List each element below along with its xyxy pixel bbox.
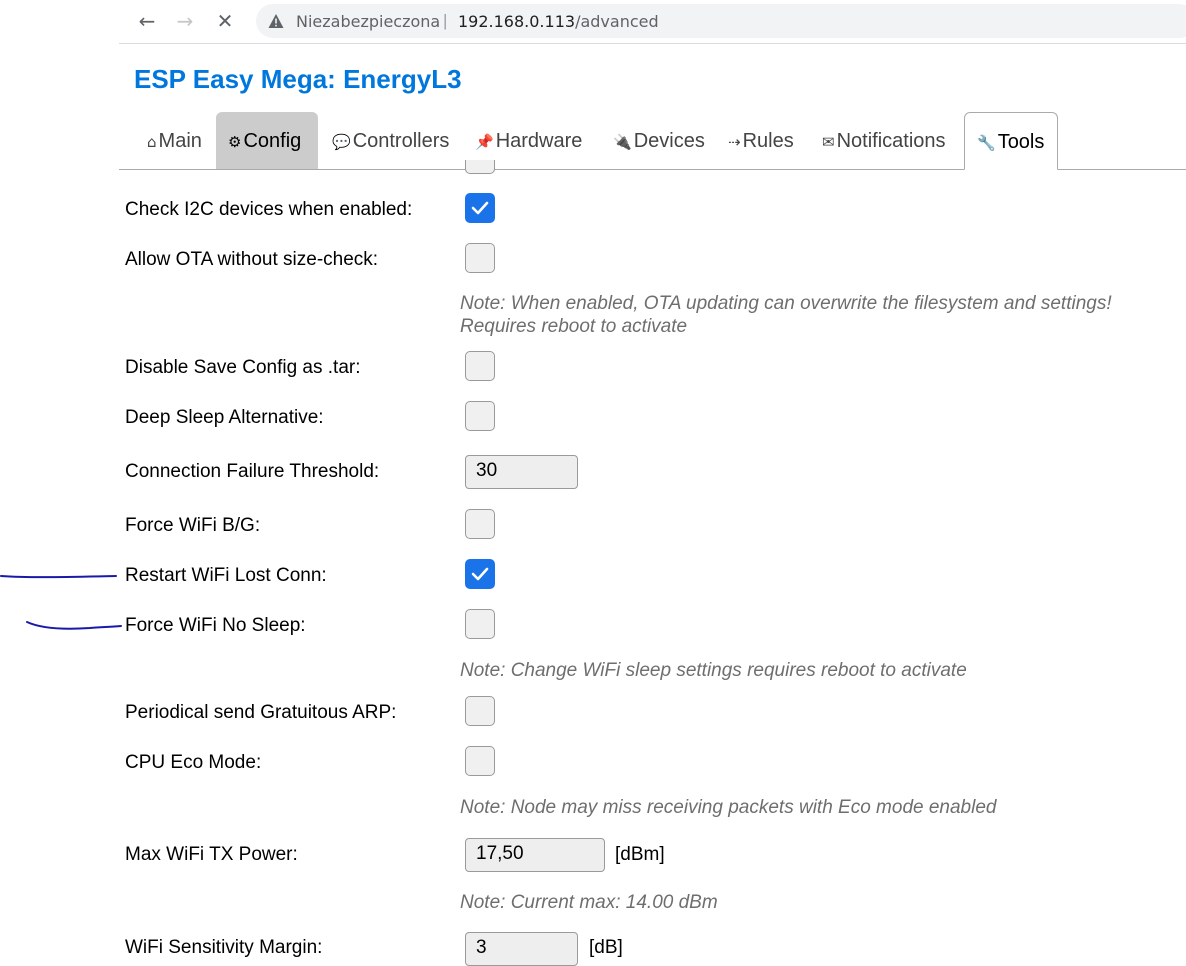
main-menu: ⌂ Main ⚙ Config 💬 Controllers 📌 Hardware 🔌 De…: [119, 112, 1186, 170]
deep-sleep-alt-label: Deep Sleep Alternative:: [125, 407, 324, 428]
page-title: ESP Easy Mega: EnergyL3: [134, 64, 462, 94]
gratuitous-arp-label: Periodical send Gratuitous ARP:: [125, 702, 397, 723]
tab-config[interactable]: ⚙ Config: [216, 112, 318, 169]
cpu-eco-label: CPU Eco Mode:: [125, 752, 262, 773]
url-host: 192.168.0.113: [458, 12, 576, 31]
check-i2c-checkbox[interactable]: [465, 193, 495, 223]
disable-save-tar-label: Disable Save Config as .tar:: [125, 357, 361, 378]
conn-fail-threshold-label: Connection Failure Threshold:: [125, 461, 380, 482]
ota-note: Note: When enabled, OTA updating can ove…: [460, 292, 1112, 338]
back-arrow-icon[interactable]: ←: [133, 7, 161, 35]
checkbox-partial[interactable]: [465, 160, 495, 174]
envelope-icon: ✉: [822, 133, 835, 151]
checkmark-icon: [471, 567, 489, 581]
browser-toolbar: ← → ✕ Niezabezpieczona | 192.168.0.113/a…: [119, 0, 1186, 44]
annotation-stroke-2: [26, 621, 122, 630]
stop-loading-icon[interactable]: ✕: [211, 7, 239, 35]
ota-note-line2: Requires reboot to activate: [460, 316, 688, 337]
allow-ota-label: Allow OTA without size-check:: [125, 249, 379, 270]
tab-tools[interactable]: 🔧 Tools: [964, 112, 1058, 170]
url-separator: |: [443, 11, 448, 30]
wifi-sleep-note: Note: Change WiFi sleep settings require…: [460, 660, 967, 681]
force-wifi-no-sleep-label: Force WiFi No Sleep:: [125, 615, 306, 636]
deep-sleep-alt-checkbox[interactable]: [465, 401, 495, 431]
eco-note: Note: Node may miss receiving packets wi…: [460, 797, 997, 818]
tab-tools-label: Tools: [997, 131, 1045, 153]
max-tx-power-label: Max WiFi TX Power:: [125, 844, 298, 865]
address-bar[interactable]: Niezabezpieczona | 192.168.0.113/advance…: [256, 4, 1186, 38]
forward-arrow-icon[interactable]: →: [171, 7, 199, 35]
sensitivity-margin-input[interactable]: 3: [465, 932, 578, 966]
restart-wifi-lost-checkbox[interactable]: [465, 559, 495, 589]
gratuitous-arp-checkbox[interactable]: [465, 696, 495, 726]
tab-devices-label: Devices: [633, 130, 705, 152]
tab-hardware-label: Hardware: [495, 130, 583, 152]
security-label[interactable]: Niezabezpieczona: [296, 12, 440, 31]
allow-ota-checkbox[interactable]: [465, 243, 495, 273]
max-tx-power-unit: [dBm]: [615, 844, 665, 865]
tab-rules[interactable]: ⇢ Rules: [716, 112, 806, 169]
home-icon: ⌂: [147, 133, 157, 151]
tab-notifications[interactable]: ✉ Notifications: [810, 112, 958, 169]
tab-controllers-label: Controllers: [352, 130, 450, 152]
tab-rules-label: Rules: [742, 130, 794, 152]
conn-fail-threshold-input[interactable]: 30: [465, 455, 578, 489]
disable-save-tar-checkbox[interactable]: [465, 351, 495, 381]
tx-power-note: Note: Current max: 14.00 dBm: [460, 892, 718, 913]
hand-drawn-annotation: [0, 575, 122, 630]
tab-devices[interactable]: 🔌 Devices: [601, 112, 717, 169]
arrow-right-icon: ⇢: [728, 133, 741, 151]
force-wifi-bg-label: Force WiFi B/G:: [125, 515, 261, 536]
ota-note-line1: Note: When enabled, OTA updating can ove…: [460, 293, 1112, 314]
force-wifi-no-sleep-checkbox[interactable]: [465, 609, 495, 639]
warning-icon[interactable]: [268, 13, 284, 29]
max-tx-power-input[interactable]: 17,50: [465, 838, 605, 872]
force-wifi-bg-checkbox[interactable]: [465, 509, 495, 539]
tab-main-label: Main: [158, 130, 202, 152]
check-i2c-label: Check I2C devices when enabled:: [125, 199, 413, 220]
annotation-stroke-1: [0, 575, 117, 579]
gear-icon: ⚙: [228, 133, 242, 151]
speech-bubble-icon: 💬: [332, 133, 351, 151]
pin-icon: 📌: [475, 133, 494, 151]
checkmark-icon: [471, 201, 489, 215]
tab-notifications-label: Notifications: [836, 130, 946, 152]
tab-controllers[interactable]: 💬 Controllers: [320, 112, 461, 169]
wrench-icon: 🔧: [977, 134, 996, 152]
url-text[interactable]: 192.168.0.113/advanced: [458, 12, 659, 31]
cpu-eco-checkbox[interactable]: [465, 746, 495, 776]
restart-wifi-lost-label: Restart WiFi Lost Conn:: [125, 565, 327, 586]
url-path: /advanced: [575, 12, 659, 31]
plug-icon: 🔌: [613, 133, 632, 151]
tab-config-label: Config: [243, 130, 302, 152]
tab-main[interactable]: ⌂ Main: [135, 112, 214, 169]
